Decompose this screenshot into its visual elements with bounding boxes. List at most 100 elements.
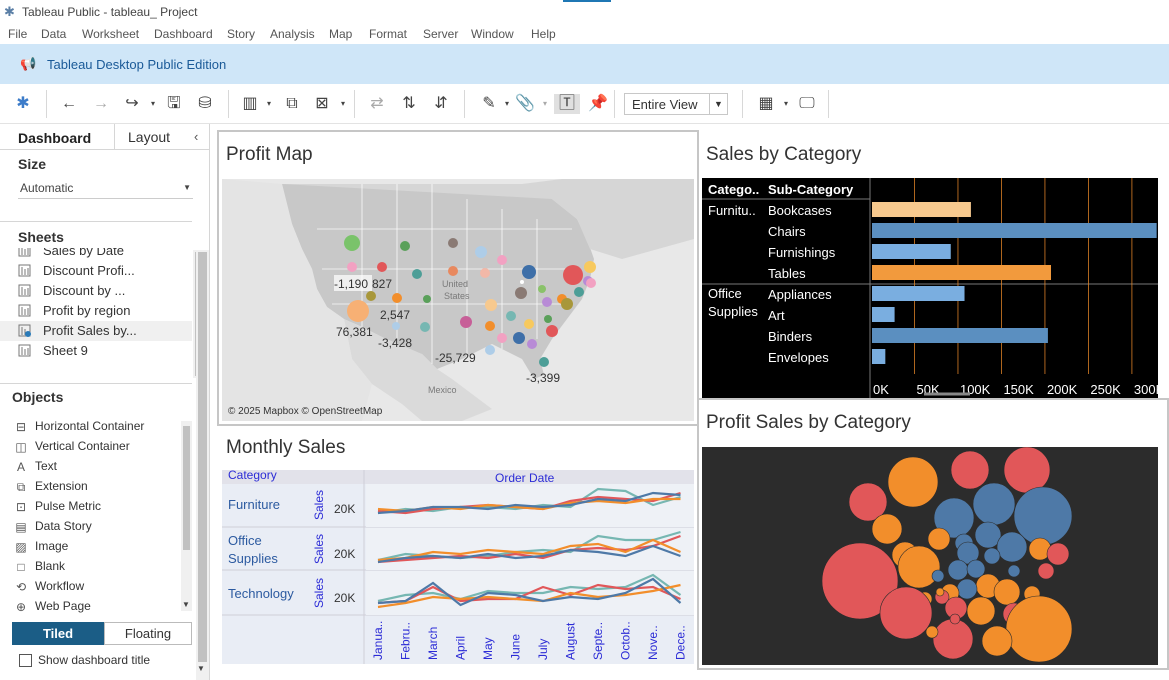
bubble[interactable] (1003, 447, 1051, 494)
bubble[interactable] (966, 596, 996, 626)
sales-by-category-chart[interactable]: Catego.. Sub-Category Furnitu.. Office S… (702, 178, 1158, 398)
bar[interactable] (872, 202, 971, 217)
map-point[interactable] (448, 238, 458, 248)
bubble[interactable] (950, 450, 990, 490)
object-pulse-metric[interactable]: ⊡ Pulse Metric (14, 499, 101, 517)
highlight-dropdown-icon[interactable]: ▾ (497, 94, 517, 114)
bubble[interactable] (972, 482, 1016, 526)
map-point[interactable] (392, 322, 400, 330)
object-web-page[interactable]: ⊕ Web Page (14, 599, 91, 617)
bubble[interactable] (932, 618, 974, 660)
menu-story[interactable]: Story (227, 27, 255, 41)
bubble[interactable] (983, 547, 1001, 565)
map-point[interactable] (497, 333, 507, 343)
bar[interactable] (872, 286, 965, 301)
new-sheet-dropdown-icon[interactable]: ▾ (259, 94, 279, 114)
bubble[interactable] (871, 513, 903, 545)
bubble[interactable] (1007, 564, 1021, 578)
map-point[interactable] (563, 265, 583, 285)
bar[interactable] (872, 265, 1051, 280)
presentation-icon[interactable]: 🖵 (797, 94, 817, 114)
bubble[interactable] (887, 456, 939, 508)
map-point[interactable] (392, 293, 402, 303)
map-point[interactable] (420, 322, 430, 332)
map-point[interactable] (497, 255, 507, 265)
map-point[interactable] (538, 285, 546, 293)
redo-dropdown-icon[interactable]: ▾ (143, 94, 163, 114)
bubble[interactable] (949, 613, 961, 625)
sheet-item[interactable]: Sales by Date (18, 248, 192, 261)
menu-map[interactable]: Map (329, 27, 352, 41)
objects-scrollbar-thumb[interactable] (183, 426, 190, 550)
menu-server[interactable]: Server (423, 27, 458, 41)
object-workflow[interactable]: ⟲ Workflow (14, 579, 84, 597)
map-point[interactable] (412, 269, 422, 279)
object-data-story[interactable]: ▤ Data Story (14, 519, 91, 537)
menu-help[interactable]: Help (531, 27, 556, 41)
map-point[interactable] (539, 357, 549, 367)
bubble[interactable] (956, 578, 978, 600)
map-point[interactable] (584, 261, 596, 273)
map-point[interactable] (480, 268, 490, 278)
collapse-panel-icon[interactable]: ‹ (194, 129, 198, 144)
bubble[interactable] (927, 527, 951, 551)
menu-format[interactable]: Format (369, 27, 407, 41)
object-text[interactable]: A Text (14, 459, 57, 477)
map-point[interactable] (515, 287, 527, 299)
highlight-icon[interactable]: ✎ (479, 94, 499, 114)
save-icon[interactable]: 🖫 (164, 94, 184, 114)
menu-analysis[interactable]: Analysis (270, 27, 315, 41)
bubble[interactable] (931, 569, 945, 583)
tableau-home-icon[interactable]: ✱ (13, 94, 33, 114)
clear-dropdown-icon[interactable]: ▾ (333, 94, 353, 114)
menu-window[interactable]: Window (471, 27, 514, 41)
map-point[interactable] (347, 262, 357, 272)
map-point[interactable] (574, 287, 584, 297)
bar[interactable] (872, 223, 1157, 238)
map-point[interactable] (485, 299, 497, 311)
pin-icon[interactable]: 📌 (588, 94, 608, 114)
bar[interactable] (872, 307, 895, 322)
bar[interactable] (872, 349, 886, 364)
monthly-sales-chart[interactable]: Category Order Date Furniture Office Sup… (222, 470, 694, 664)
floating-button[interactable]: Floating (104, 622, 192, 645)
bubble[interactable] (925, 625, 939, 639)
bar[interactable] (872, 328, 1048, 343)
sheet-item-selected[interactable]: Profit Sales by... (0, 321, 192, 341)
map-point[interactable] (561, 298, 573, 310)
map-point[interactable] (366, 291, 376, 301)
new-datasource-icon[interactable]: ⛁ (195, 94, 215, 114)
sheet-item[interactable]: Sheet 9 (18, 341, 192, 361)
menu-data[interactable]: Data (41, 27, 66, 41)
show-labels-icon[interactable]: 🅃 (554, 94, 580, 114)
bubble[interactable] (981, 625, 1013, 657)
object-vertical-container[interactable]: ◫ Vertical Container (14, 439, 129, 457)
group-dropdown-icon[interactable]: ▾ (535, 94, 555, 114)
sheet-item[interactable]: Profit by region (18, 301, 192, 321)
swap-icon[interactable]: ⇄ (367, 94, 387, 114)
bubble[interactable] (935, 587, 945, 597)
tab-dashboard[interactable]: Dashboard (0, 124, 114, 150)
map-point-large[interactable] (347, 300, 369, 322)
forward-icon[interactable]: → (91, 94, 111, 114)
panel-scroll-down-icon[interactable]: ▼ (197, 664, 205, 673)
new-sheet-icon[interactable]: ▥ (240, 94, 260, 114)
map-point[interactable] (377, 262, 387, 272)
map-point[interactable] (423, 295, 431, 303)
back-icon[interactable]: ← (59, 94, 79, 114)
object-blank[interactable]: □ Blank (14, 559, 65, 577)
show-me-dropdown-icon[interactable]: ▾ (776, 94, 796, 114)
sheet-item[interactable]: Discount Profi... (18, 261, 192, 281)
scroll-down-icon[interactable]: ▼ (182, 600, 190, 609)
bubble[interactable] (996, 531, 1028, 563)
bubble[interactable] (993, 578, 1021, 606)
tiled-button[interactable]: Tiled (12, 622, 104, 645)
profit-map[interactable]: United States Mexico -1,190 827 2,547 76… (222, 179, 694, 421)
show-me-icon[interactable]: ▦ (756, 94, 776, 114)
object-extension[interactable]: ⧉ Extension (14, 479, 88, 497)
map-point[interactable] (485, 345, 495, 355)
map-point[interactable] (475, 246, 487, 258)
bubble[interactable] (1037, 562, 1055, 580)
view-mode-select[interactable]: Entire View ▼ (624, 93, 728, 115)
panel-scrollbar-thumb[interactable] (198, 252, 207, 662)
